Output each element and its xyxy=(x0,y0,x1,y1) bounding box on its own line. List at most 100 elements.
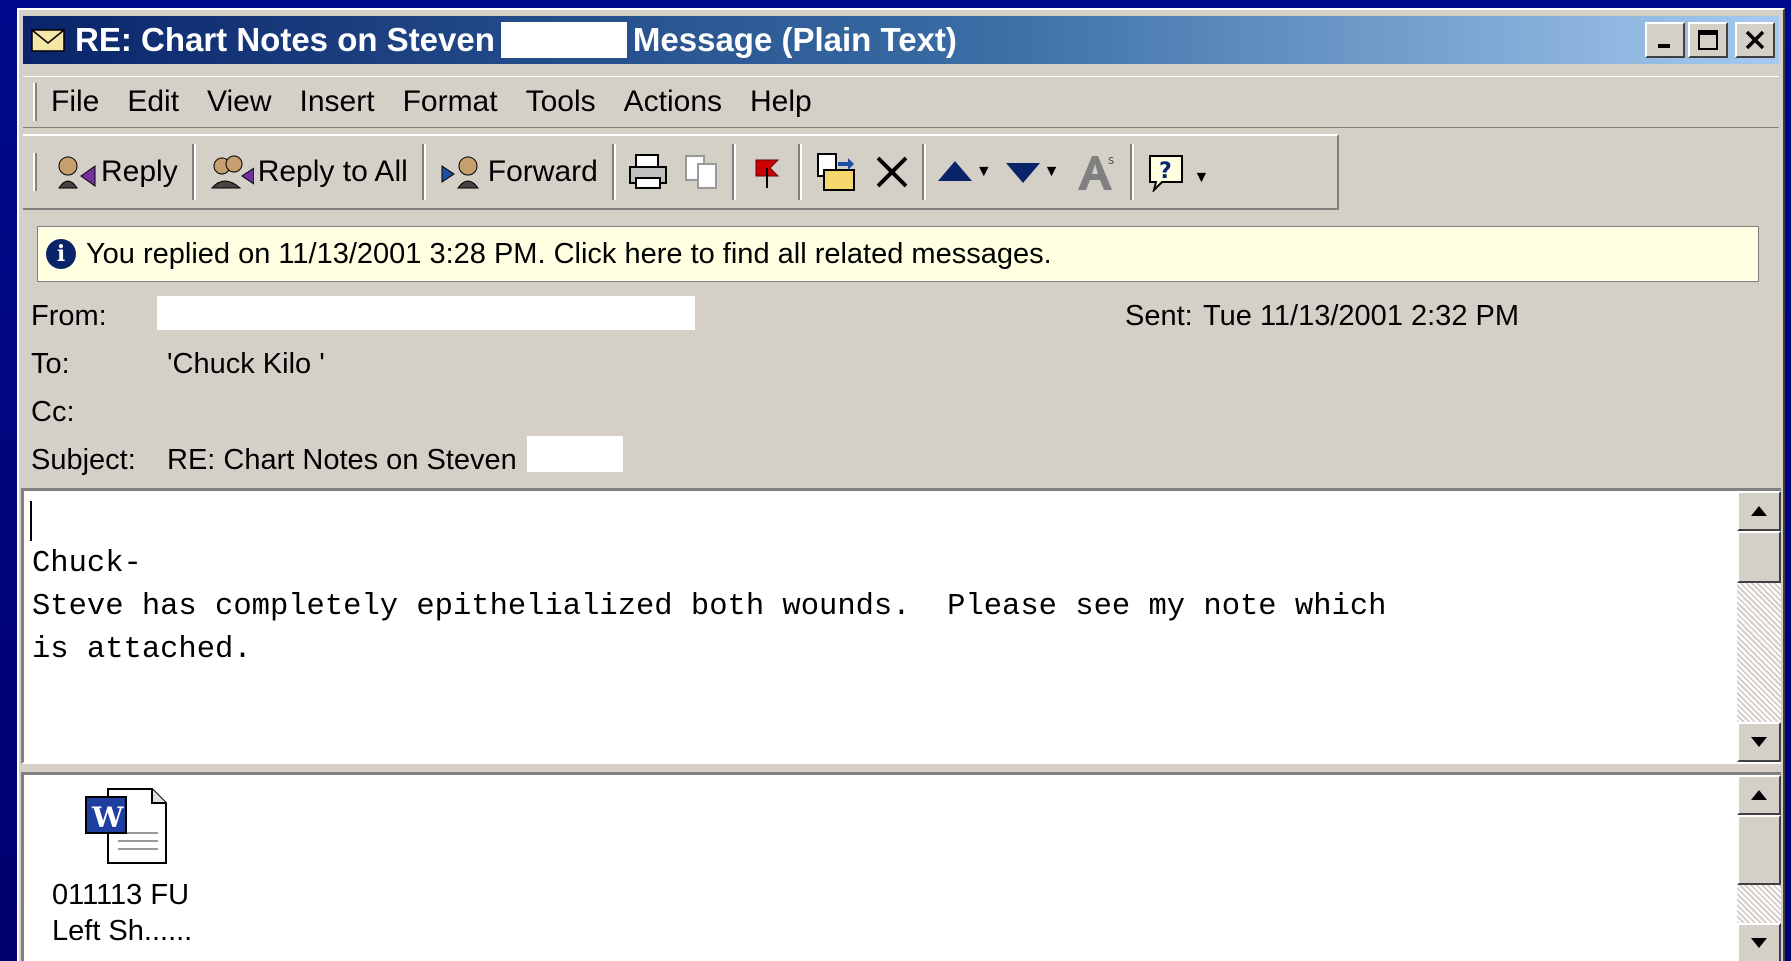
scroll-up-button[interactable] xyxy=(1737,491,1781,531)
cc-row: Cc: xyxy=(19,396,819,436)
message-body[interactable]: Chuck- Steve has completely epithelialize… xyxy=(21,488,1781,764)
menu-format[interactable]: Format xyxy=(403,85,498,119)
from-label: From: xyxy=(31,300,107,332)
reply-all-label: Reply to All xyxy=(257,155,408,188)
flag-button[interactable] xyxy=(740,142,794,202)
move-to-folder-button[interactable] xyxy=(806,142,866,202)
scroll-down-button[interactable] xyxy=(1737,923,1781,961)
cc-label: Cc: xyxy=(31,396,75,428)
window-title: RE: Chart Notes on Steven Message (Plain… xyxy=(75,21,957,59)
subject-row: Subject: RE: Chart Notes on Steven xyxy=(19,436,819,484)
sent-label: Sent: xyxy=(1125,300,1193,332)
delete-icon xyxy=(876,156,908,188)
toolbar-grip[interactable] xyxy=(33,153,37,191)
subject-redacted xyxy=(527,436,623,472)
help-button[interactable]: ? ▼ xyxy=(1138,142,1218,202)
toolbar-separator xyxy=(421,144,426,200)
scroll-thumb[interactable] xyxy=(1737,531,1781,583)
body-scrollbar[interactable] xyxy=(1737,491,1781,762)
word-document-icon: W xyxy=(82,785,172,869)
message-window: RE: Chart Notes on Steven Message (Plain… xyxy=(17,8,1785,961)
forward-label: Forward xyxy=(487,155,598,188)
print-button[interactable] xyxy=(620,142,676,202)
close-icon xyxy=(1745,30,1765,50)
scroll-up-icon xyxy=(1751,790,1767,800)
printer-icon xyxy=(628,154,667,189)
attachments-pane: W 011113 FU Left Sh...... xyxy=(21,772,1781,961)
svg-text:W: W xyxy=(91,801,124,834)
previous-item-button[interactable]: ▼ xyxy=(930,142,998,202)
subject-label: Subject: xyxy=(31,444,136,476)
delete-button[interactable] xyxy=(866,142,918,202)
menu-help[interactable]: Help xyxy=(750,85,812,119)
font-size-icon: s xyxy=(1077,153,1114,190)
copy-icon xyxy=(684,155,717,189)
message-body-text[interactable]: Chuck- Steve has completely epithelialize… xyxy=(32,543,1386,672)
from-value-redacted xyxy=(157,296,695,330)
scroll-down-button[interactable] xyxy=(1737,722,1781,762)
copy-button[interactable] xyxy=(676,142,728,202)
subject-value: RE: Chart Notes on Steven xyxy=(167,444,517,476)
toolbar-separator xyxy=(797,144,802,200)
scroll-up-button[interactable] xyxy=(1737,775,1781,815)
up-arrow-icon xyxy=(937,161,972,181)
chevron-down-icon[interactable]: ▼ xyxy=(1194,169,1210,187)
sent-value: Tue 11/13/2001 2:32 PM xyxy=(1203,300,1519,332)
menu-actions[interactable]: Actions xyxy=(624,85,722,119)
body-line: is attached. xyxy=(32,633,252,667)
font-size-button[interactable]: s xyxy=(1066,142,1126,202)
envelope-icon xyxy=(31,29,65,52)
scroll-up-icon xyxy=(1751,506,1767,516)
redacted-name-box xyxy=(500,22,627,58)
text-caret xyxy=(30,501,32,541)
toolbar-separator xyxy=(611,144,616,200)
next-item-button[interactable]: ▼ xyxy=(998,142,1066,202)
flag-icon xyxy=(755,159,780,188)
down-arrow-icon xyxy=(1005,163,1040,183)
menu-bar: File Edit View Insert Format Tools Actio… xyxy=(23,76,1779,128)
forward-button[interactable]: Forward xyxy=(430,142,608,202)
reply-all-icon xyxy=(210,152,254,192)
attachments-scrollbar[interactable] xyxy=(1737,775,1781,961)
reply-icon xyxy=(53,152,97,192)
forward-icon xyxy=(440,152,484,192)
reply-label: Reply xyxy=(101,155,178,188)
info-bar[interactable]: i You replied on 11/13/2001 3:28 PM. Cli… xyxy=(37,226,1759,282)
body-line: Chuck- xyxy=(32,547,142,581)
standard-toolbar: Reply Reply to All Forward ▼ ▼ s ? ▼ xyxy=(23,134,1339,210)
info-icon: i xyxy=(46,239,76,269)
menu-view[interactable]: View xyxy=(207,85,271,119)
menu-file[interactable]: File xyxy=(51,85,99,119)
maximize-icon xyxy=(1698,30,1718,50)
attachment-name-line: Left Sh...... xyxy=(52,915,193,947)
menu-insert[interactable]: Insert xyxy=(300,85,375,119)
toolbar-separator xyxy=(921,144,926,200)
close-button[interactable] xyxy=(1735,22,1775,58)
reply-all-button[interactable]: Reply to All xyxy=(200,142,418,202)
menu-tools[interactable]: Tools xyxy=(526,85,596,119)
title-bar[interactable]: RE: Chart Notes on Steven Message (Plain… xyxy=(23,16,1779,64)
scroll-thumb[interactable] xyxy=(1737,815,1781,885)
body-line: Steve has completely epithelialized both… xyxy=(32,590,1387,624)
menu-edit[interactable]: Edit xyxy=(127,85,179,119)
window-title-suffix: Message (Plain Text) xyxy=(632,21,957,58)
reply-button[interactable]: Reply xyxy=(43,142,188,202)
toolbar-separator xyxy=(191,144,196,200)
maximize-button[interactable] xyxy=(1688,22,1728,58)
menu-grip[interactable] xyxy=(33,83,37,121)
to-row: To: 'Chuck Kilo ' xyxy=(19,348,819,388)
to-label: To: xyxy=(31,348,70,380)
minimize-button[interactable] xyxy=(1645,22,1685,58)
svg-text:s: s xyxy=(1108,153,1114,167)
attachment-item[interactable]: W 011113 FU Left Sh...... xyxy=(52,785,202,949)
to-value[interactable]: 'Chuck Kilo ' xyxy=(167,348,325,381)
chevron-down-icon[interactable]: ▼ xyxy=(976,163,992,181)
chevron-down-icon[interactable]: ▼ xyxy=(1044,163,1060,181)
move-to-folder-icon xyxy=(816,153,855,191)
scroll-down-icon xyxy=(1751,938,1767,948)
minimize-icon xyxy=(1658,44,1670,48)
window-controls xyxy=(1645,22,1775,58)
from-row: From: Sent: Tue 11/13/2001 2:32 PM xyxy=(19,296,1779,340)
scroll-down-icon xyxy=(1751,737,1767,747)
attachment-name: 011113 FU Left Sh...... xyxy=(52,877,202,949)
